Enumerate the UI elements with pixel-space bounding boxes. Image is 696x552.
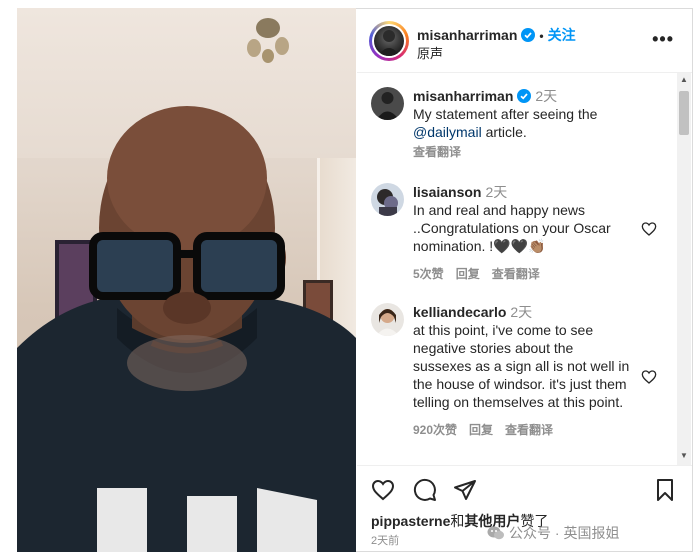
post-actions: pippasterne和其他用户赞了 2天前 公众号 · 英国报姐 — [357, 465, 692, 552]
video-player[interactable] — [17, 8, 356, 552]
bookmark-icon[interactable] — [653, 478, 677, 502]
post-side-panel: misanharriman • 关注 原声 ••• misanharriman 2天 … — [357, 9, 692, 551]
reply-button[interactable]: 回复 — [456, 267, 480, 281]
post-header: misanharriman • 关注 原声 ••• — [357, 9, 692, 73]
heart-icon[interactable] — [641, 369, 657, 385]
more-options-icon[interactable]: ••• — [652, 29, 674, 50]
comment-likes[interactable]: 5次赞 — [413, 267, 444, 281]
reply-button[interactable]: 回复 — [469, 423, 493, 437]
verified-badge-icon — [517, 89, 532, 103]
comment-text: at this point, i've come to see negative… — [413, 322, 630, 410]
watermark: 公众号 · 英国报姐 — [487, 523, 619, 543]
comment-time: 2天 — [535, 88, 558, 104]
see-translation-link[interactable]: 查看翻译 — [492, 267, 540, 281]
caption-text-part: My statement after seeing the — [413, 106, 598, 122]
comments-list[interactable]: misanharriman 2天 My statement after seein… — [357, 73, 692, 465]
original-audio-link[interactable]: 原声 — [417, 43, 443, 62]
comment-icon[interactable] — [413, 478, 437, 502]
mention-link[interactable]: @dailymail — [413, 124, 482, 140]
comment-username[interactable]: kelliandecarlo — [413, 304, 506, 320]
separator-dot: • — [539, 29, 544, 43]
see-translation-link[interactable]: 查看翻译 — [505, 423, 553, 437]
caption-text: My statement after seeing the @dailymail… — [413, 105, 633, 141]
comment-username[interactable]: misanharriman — [413, 88, 513, 104]
man-in-glasses — [17, 106, 356, 552]
caption-text-part: article. — [481, 124, 527, 140]
author-avatar[interactable] — [369, 21, 409, 61]
share-icon[interactable] — [453, 478, 477, 502]
liked-by-connector: 和 — [450, 513, 465, 529]
verified-badge-icon — [521, 28, 536, 42]
scroll-up-arrow-icon[interactable]: ▲ — [677, 75, 691, 87]
comment-username[interactable]: lisaianson — [413, 184, 481, 200]
comment-time: 2天 — [485, 184, 508, 200]
wechat-icon — [487, 526, 504, 540]
post-date: 2天前 — [371, 535, 400, 547]
comment-time: 2天 — [510, 304, 533, 320]
watermark-text: 公众号 · 英国报姐 — [509, 525, 620, 541]
like-heart-icon[interactable] — [371, 478, 395, 502]
commenter-avatar[interactable] — [371, 303, 404, 336]
heart-icon[interactable] — [641, 221, 657, 237]
author-username[interactable]: misanharriman — [417, 27, 517, 43]
liked-by-user[interactable]: pippasterne — [371, 513, 450, 529]
scroll-down-arrow-icon[interactable]: ▼ — [677, 451, 691, 463]
author-avatar-small[interactable] — [371, 87, 404, 120]
comment-likes[interactable]: 920次赞 — [413, 423, 457, 437]
commenter-avatar[interactable] — [371, 183, 404, 216]
follow-button[interactable]: 关注 — [548, 27, 576, 43]
scroll-thumb[interactable] — [679, 91, 689, 135]
comments-scrollbar[interactable]: ▲ ▼ — [677, 73, 691, 465]
see-translation-link[interactable]: 查看翻译 — [413, 145, 461, 159]
comment-text: In and real and happy news ..Congratulat… — [413, 202, 611, 254]
